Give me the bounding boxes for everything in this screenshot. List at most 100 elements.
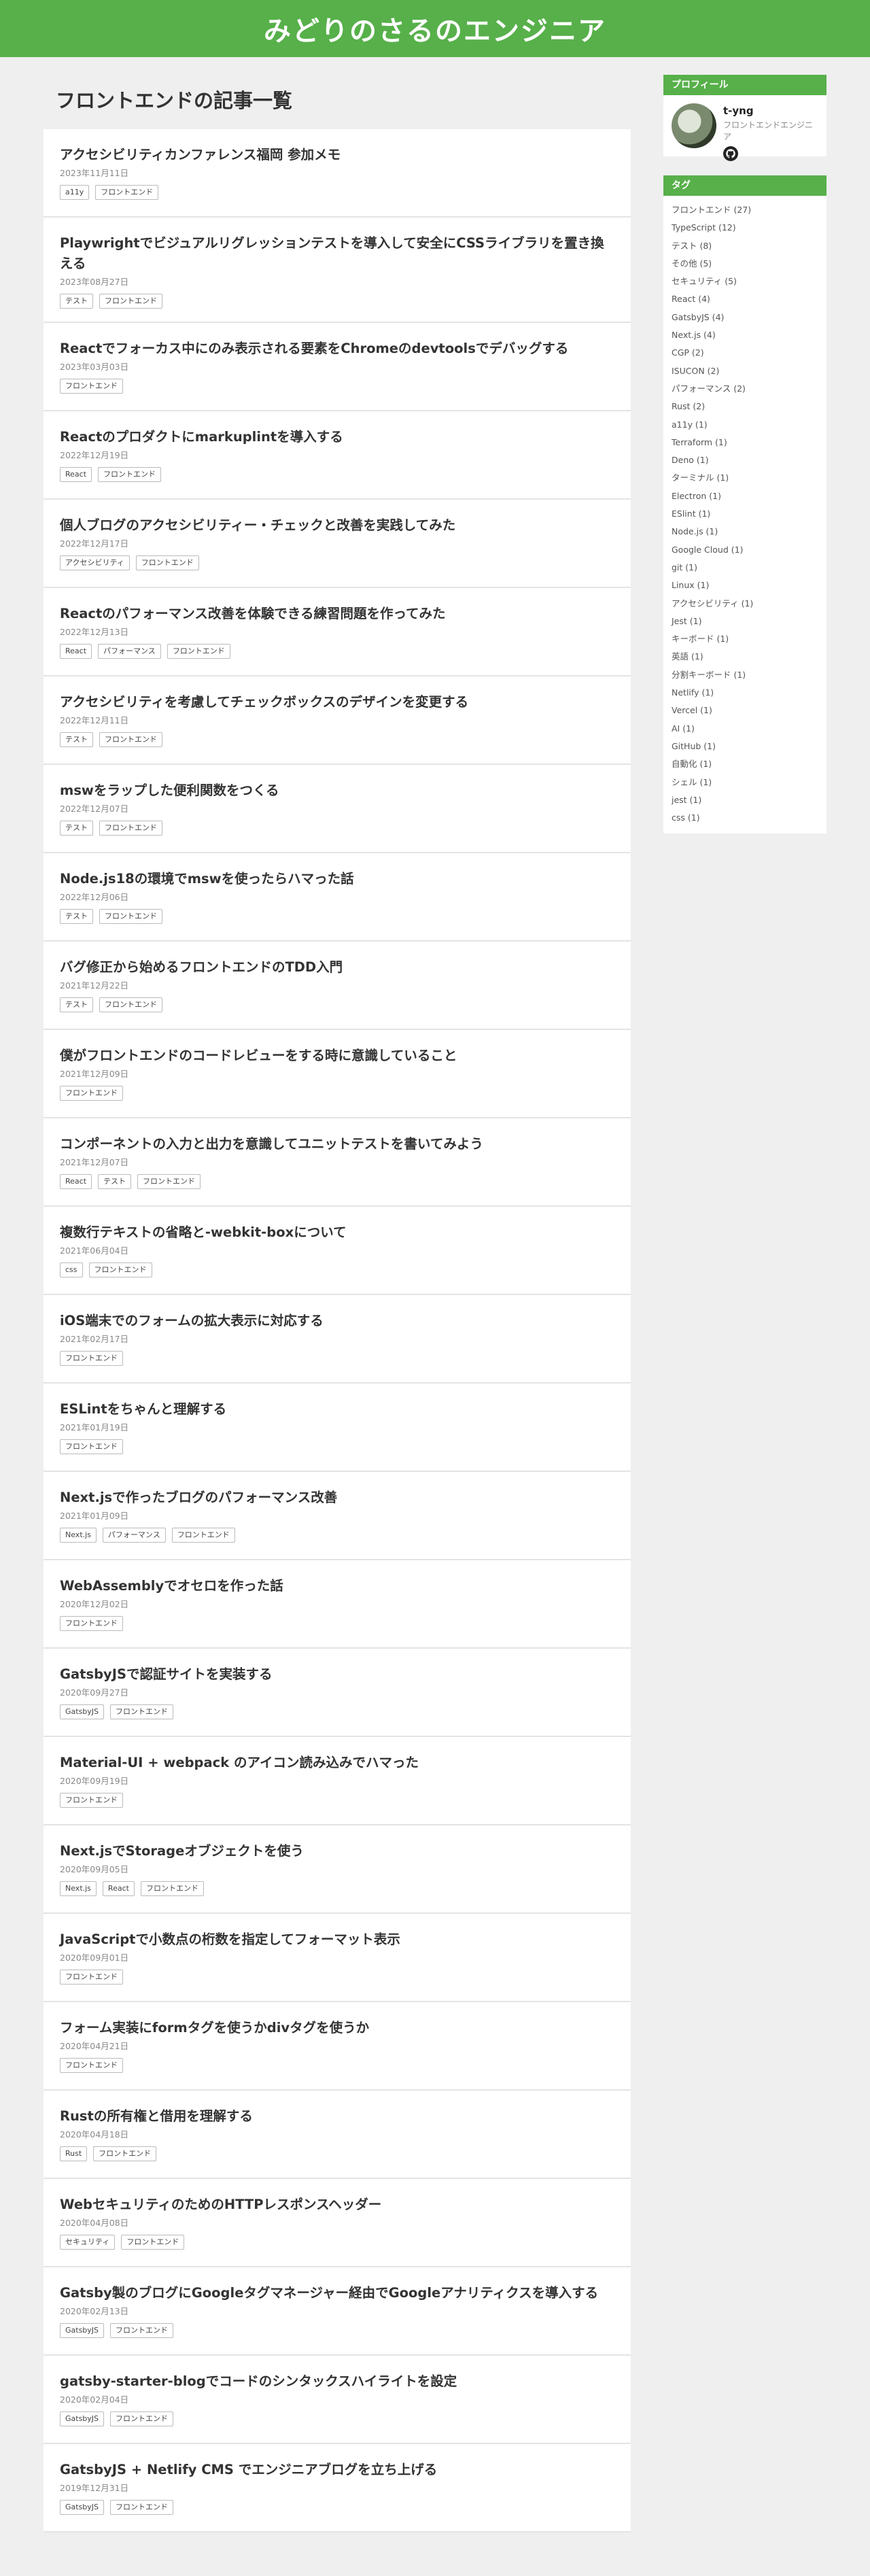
article-title-link[interactable]: Gatsby製のブログにGoogleタグマネージャー経由でGoogleアナリティ… xyxy=(60,2283,614,2303)
article-title-link[interactable]: Material-UI + webpack のアイコン読み込みでハマった xyxy=(60,1753,614,1773)
tag-chip[interactable]: テスト xyxy=(60,732,93,747)
tag-chip[interactable]: フロントエンド xyxy=(99,909,162,924)
tag-chip[interactable]: フロントエンド xyxy=(99,997,162,1012)
tag-chip[interactable]: フロントエンド xyxy=(137,1174,201,1189)
article-title-link[interactable]: Reactのパフォーマンス改善を体験できる練習問題を作ってみた xyxy=(60,604,614,624)
article-title-link[interactable]: iOS端末でのフォームの拡大表示に対応する xyxy=(60,1311,614,1331)
tag-chip[interactable]: フロントエンド xyxy=(93,2146,157,2161)
tag-chip[interactable]: フロントエンド xyxy=(110,2411,174,2426)
tag-link[interactable]: Google Cloud (1) xyxy=(672,545,743,555)
tag-chip[interactable]: Rust xyxy=(60,2146,88,2161)
tag-chip[interactable]: フロントエンド xyxy=(98,467,162,482)
article-title-link[interactable]: コンポーネントの入力と出力を意識してユニットテストを書いてみよう xyxy=(60,1134,614,1154)
tag-chip[interactable]: Next.js xyxy=(60,1881,97,1896)
article-title-link[interactable]: GatsbyJSで認証サイトを実装する xyxy=(60,1664,614,1685)
site-title-link[interactable]: みどりのさるのエンジニア xyxy=(264,9,606,48)
tag-link[interactable]: Jest (1) xyxy=(672,616,701,626)
tag-chip[interactable]: フロントエンド xyxy=(60,1439,123,1454)
tag-link[interactable]: キーボード (1) xyxy=(672,634,729,644)
tag-link[interactable]: Electron (1) xyxy=(672,491,721,501)
tag-link[interactable]: Netlify (1) xyxy=(672,687,714,698)
article-title-link[interactable]: Next.jsで作ったブログのパフォーマンス改善 xyxy=(60,1488,614,1508)
tag-link[interactable]: 英語 (1) xyxy=(672,651,703,662)
tag-chip[interactable]: フロントエンド xyxy=(60,1351,123,1366)
github-icon[interactable] xyxy=(723,146,738,161)
tag-chip[interactable]: フロントエンド xyxy=(121,2235,185,2250)
tag-chip[interactable]: React xyxy=(102,1881,135,1896)
tag-link[interactable]: jest (1) xyxy=(672,795,701,805)
article-title-link[interactable]: Node.js18の環境でmswを使ったらハマった話 xyxy=(60,869,614,889)
article-title-link[interactable]: Rustの所有権と借用を理解する xyxy=(60,2106,614,2127)
article-title-link[interactable]: Reactのプロダクトにmarkuplintを導入する xyxy=(60,427,614,447)
tag-link[interactable]: AI (1) xyxy=(672,723,695,734)
tag-link[interactable]: Terraform (1) xyxy=(672,437,727,447)
tag-link[interactable]: ターミナル (1) xyxy=(672,473,729,483)
tag-chip[interactable]: React xyxy=(60,467,92,482)
tag-chip[interactable]: a11y xyxy=(60,185,90,200)
tag-link[interactable]: 分割キーボード (1) xyxy=(672,670,746,680)
tag-link[interactable]: Next.js (4) xyxy=(672,330,716,340)
article-title-link[interactable]: WebAssemblyでオセロを作った話 xyxy=(60,1576,614,1596)
tag-chip[interactable]: パフォーマンス xyxy=(102,1528,166,1543)
tag-chip[interactable]: フロントエンド xyxy=(60,1970,123,1985)
tag-chip[interactable]: フロントエンド xyxy=(60,1086,123,1101)
tag-link[interactable]: css (1) xyxy=(672,812,700,823)
article-title-link[interactable]: 個人ブログのアクセシビリティー・チェックと改善を実践してみた xyxy=(60,515,614,536)
tag-chip[interactable]: テスト xyxy=(60,997,93,1012)
article-title-link[interactable]: ESLintをちゃんと理解する xyxy=(60,1399,614,1420)
tag-link[interactable]: アクセシビリティ (1) xyxy=(672,598,753,608)
tag-chip[interactable]: フロントエンド xyxy=(167,644,230,659)
tag-link[interactable]: GatsbyJS (4) xyxy=(672,312,724,322)
tag-link[interactable]: シェル (1) xyxy=(672,777,712,787)
article-title-link[interactable]: 複数行テキストの省略と-webkit-boxについて xyxy=(60,1222,614,1243)
tag-chip[interactable]: フロントエンド xyxy=(95,185,159,200)
tag-chip[interactable]: React xyxy=(60,644,92,659)
tag-link[interactable]: その他 (5) xyxy=(672,258,712,269)
tag-chip[interactable]: テスト xyxy=(60,909,93,924)
tag-link[interactable]: Node.js (1) xyxy=(672,526,718,536)
tag-chip[interactable]: テスト xyxy=(98,1174,132,1189)
tag-link[interactable]: フロントエンド (27) xyxy=(672,205,751,215)
tag-chip[interactable]: フロントエンド xyxy=(99,294,162,309)
tag-link[interactable]: TypeScript (12) xyxy=(672,222,736,233)
tag-link[interactable]: ISUCON (2) xyxy=(672,366,719,376)
tag-chip[interactable]: フロントエンド xyxy=(99,732,162,747)
tag-link[interactable]: Vercel (1) xyxy=(672,705,712,715)
tag-chip[interactable]: アクセシビリティ xyxy=(60,555,130,570)
tag-link[interactable]: パフォーマンス (2) xyxy=(672,383,746,394)
tag-chip[interactable]: css xyxy=(60,1263,83,1277)
article-title-link[interactable]: バグ修正から始めるフロントエンドのTDD入門 xyxy=(60,957,614,978)
article-title-link[interactable]: GatsbyJS + Netlify CMS でエンジニアブログを立ち上げる xyxy=(60,2460,614,2480)
tag-link[interactable]: Rust (2) xyxy=(672,401,705,411)
tag-link[interactable]: セキュリティ (5) xyxy=(672,276,737,286)
tag-chip[interactable]: セキュリティ xyxy=(60,2235,116,2250)
tag-chip[interactable]: テスト xyxy=(60,821,93,836)
tag-chip[interactable]: フロントエンド xyxy=(110,2500,174,2515)
tag-chip[interactable]: フロントエンド xyxy=(140,1881,204,1896)
tag-chip[interactable]: フロントエンド xyxy=(60,1616,123,1631)
tag-link[interactable]: Linux (1) xyxy=(672,580,709,590)
tag-chip[interactable]: フロントエンド xyxy=(135,555,199,570)
tag-link[interactable]: CGP (2) xyxy=(672,347,704,358)
tag-chip[interactable]: フロントエンド xyxy=(88,1263,152,1277)
tag-link[interactable]: a11y (1) xyxy=(672,419,708,430)
tag-chip[interactable]: React xyxy=(60,1174,92,1189)
tag-chip[interactable]: Next.js xyxy=(60,1528,97,1543)
tag-link[interactable]: GitHub (1) xyxy=(672,741,716,751)
tag-chip[interactable]: フロントエンド xyxy=(60,2058,123,2073)
tag-chip[interactable]: フロントエンド xyxy=(171,1528,235,1543)
tag-chip[interactable]: GatsbyJS xyxy=(60,2411,105,2426)
article-title-link[interactable]: アクセシビリティカンファレンス福岡 参加メモ xyxy=(60,145,614,165)
tag-chip[interactable]: フロントエンド xyxy=(99,821,162,836)
article-title-link[interactable]: Reactでフォーカス中にのみ表示される要素をChromeのdevtoolsでデ… xyxy=(60,339,614,359)
tag-link[interactable]: 自動化 (1) xyxy=(672,759,712,769)
article-title-link[interactable]: フォーム実装にformタグを使うかdivタグを使うか xyxy=(60,2018,614,2038)
article-title-link[interactable]: Playwrightでビジュアルリグレッションテストを導入して安全にCSSライブ… xyxy=(60,233,614,274)
article-title-link[interactable]: Next.jsでStorageオブジェクトを使う xyxy=(60,1841,614,1861)
article-title-link[interactable]: gatsby-starter-blogでコードのシンタックスハイライトを設定 xyxy=(60,2371,614,2392)
article-title-link[interactable]: アクセシビリティを考慮してチェックボックスのデザインを変更する xyxy=(60,692,614,712)
tag-chip[interactable]: パフォーマンス xyxy=(98,644,161,659)
article-title-link[interactable]: JavaScriptで小数点の桁数を指定してフォーマット表示 xyxy=(60,1929,614,1950)
article-title-link[interactable]: mswをラップした便利関数をつくる xyxy=(60,780,614,801)
tag-chip[interactable]: フロントエンド xyxy=(110,2323,174,2338)
